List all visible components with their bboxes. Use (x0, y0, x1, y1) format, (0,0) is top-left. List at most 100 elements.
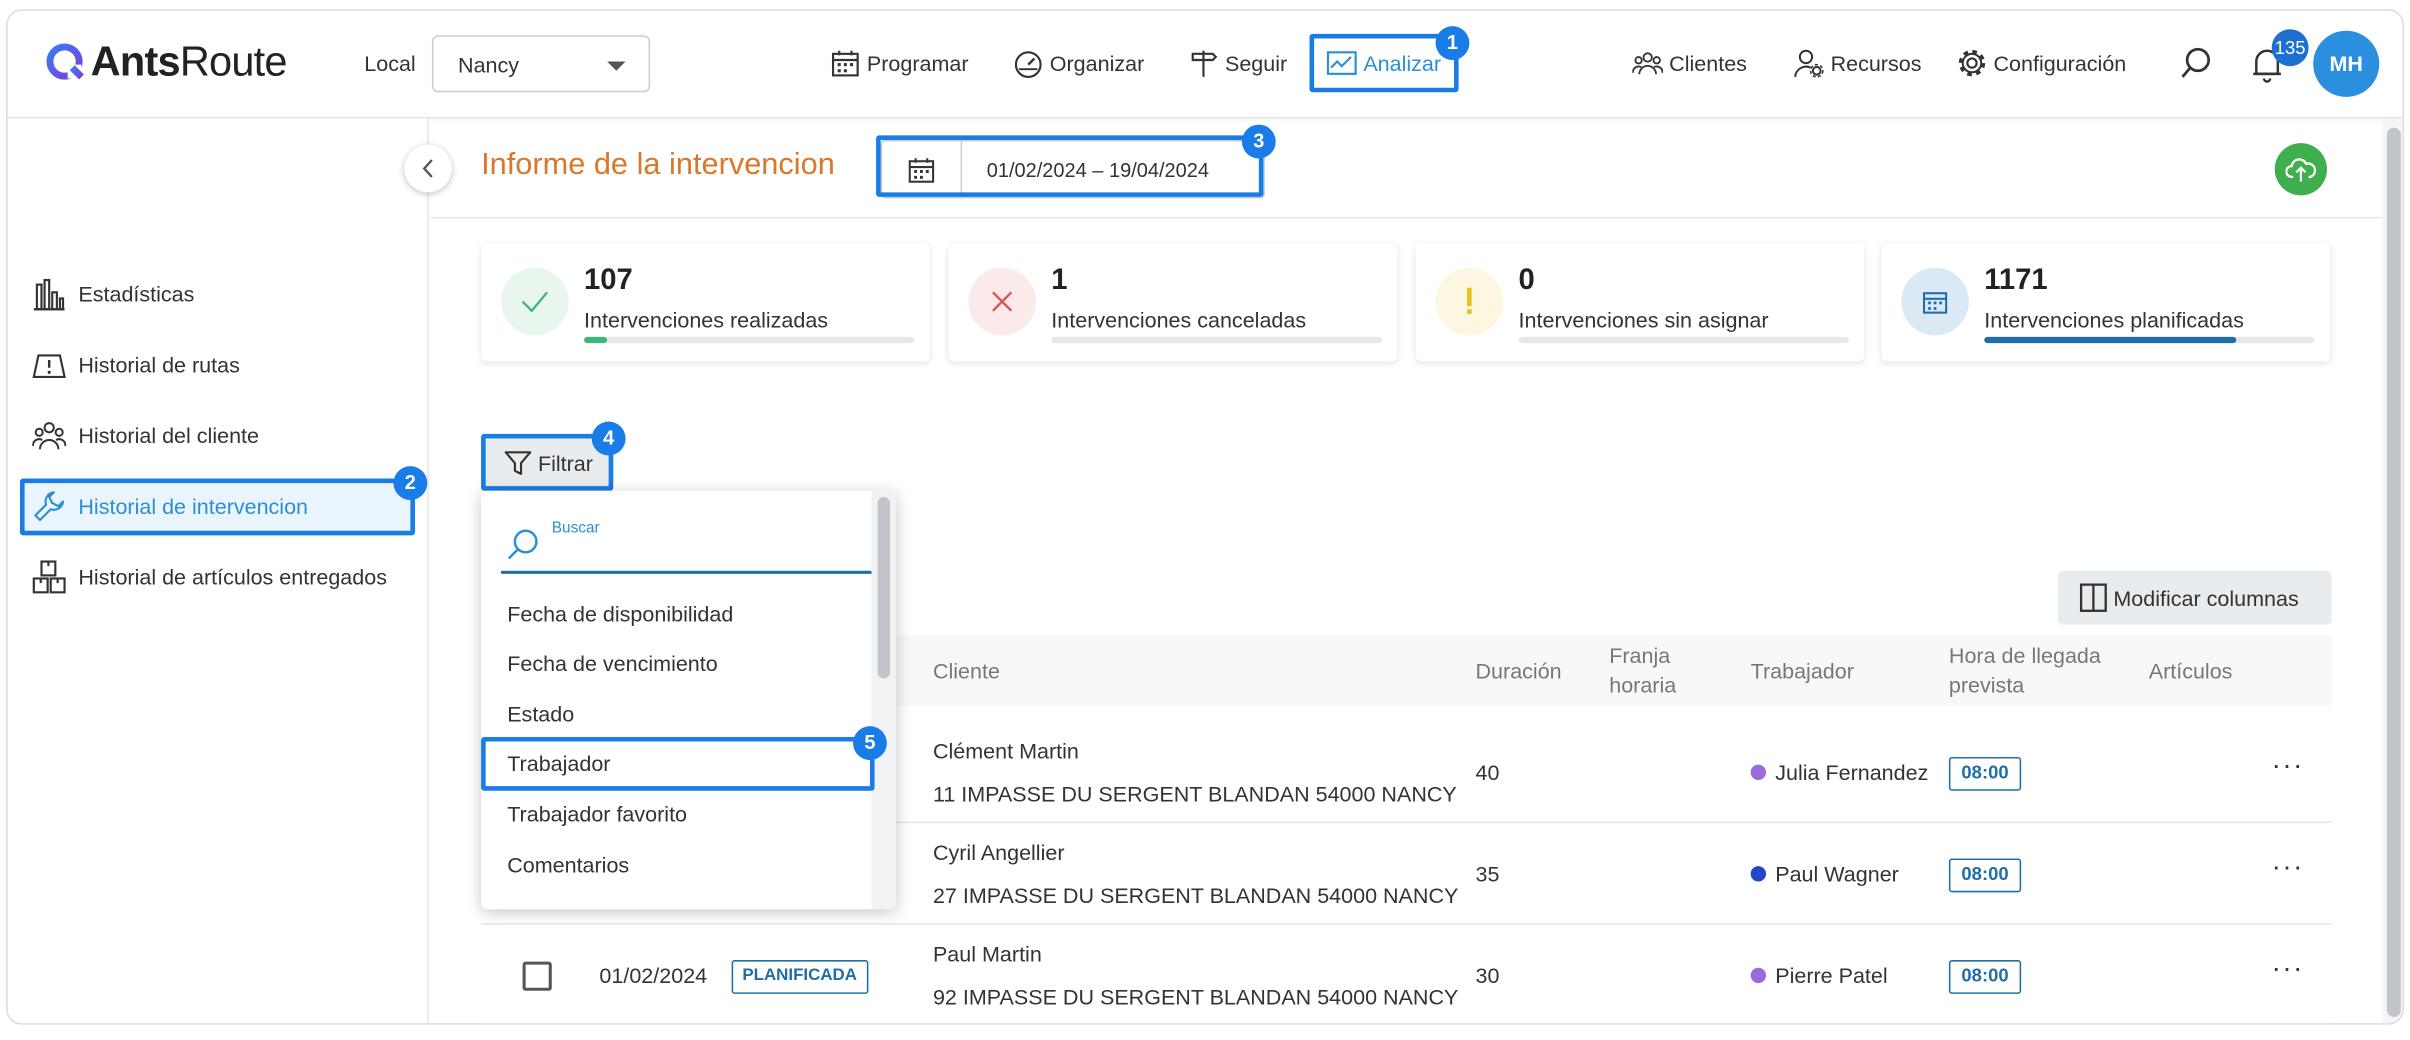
nav-configuracion[interactable]: Configuración (1957, 45, 2126, 82)
row-worker-name: Paul Wagner (1775, 861, 1899, 887)
modify-columns-button[interactable]: Modificar columnas (2058, 570, 2332, 625)
column-header-hora-line1: Hora de llegada (1948, 643, 2101, 668)
row-client-address: 92 IMPASSE DU SERGENT BLANDAN 54000 NANC… (932, 984, 1459, 1010)
row-duration: 35 (1475, 861, 1500, 887)
exclamation-icon (1435, 267, 1504, 336)
gear-icon (1958, 49, 1986, 77)
users-icon (32, 422, 67, 450)
column-header-trabajador[interactable]: Trabajador (1751, 657, 1854, 686)
column-header-hora-llegada[interactable]: Hora de llegada prevista (1949, 642, 2101, 700)
cloud-upload-button[interactable] (2274, 143, 2328, 196)
stat-label: Intervenciones planificadas (1984, 307, 2244, 333)
close-icon (968, 267, 1036, 336)
row-arrival-time: 08:00 (1948, 858, 2022, 893)
filter-search-placeholder[interactable]: Buscar (552, 520, 600, 537)
column-header-franja-line2: horaria (1609, 672, 1677, 697)
column-header-hora-line2: prevista (1948, 672, 2025, 697)
stat-progress-fill (584, 336, 608, 344)
stat-progress-track (1051, 336, 1382, 344)
sidebar-item-historial-articulos[interactable]: Historial de artículos entregados (32, 558, 387, 595)
stat-progress-track (1984, 336, 2315, 344)
row-worker-name: Pierre Patel (1775, 963, 1888, 988)
row-more-options-icon[interactable]: ··· (2272, 851, 2304, 883)
column-header-franja[interactable]: Franja horaria (1609, 642, 1676, 700)
modify-columns-label: Modificar columnas (2113, 586, 2299, 611)
row-more-options-icon[interactable]: ··· (2272, 749, 2304, 781)
user-avatar[interactable]: MH (2313, 30, 2380, 97)
filter-option[interactable]: Comentarios (507, 852, 629, 877)
worker-color-dot (1750, 866, 1767, 883)
row-arrival-time: 08:00 (1948, 960, 2022, 994)
search-icon[interactable] (2178, 45, 2215, 82)
nav-organizar[interactable]: Organizar (1013, 45, 1144, 82)
worker-color-dot (1750, 968, 1767, 984)
cloud-upload-icon (2285, 158, 2317, 182)
sidebar-item-estadisticas[interactable]: Estadísticas (32, 275, 194, 312)
nav-recursos[interactable]: Recursos (1794, 45, 1922, 82)
map-icon (32, 354, 66, 379)
nav-seguir[interactable]: Seguir (1188, 45, 1287, 82)
annotation-badge-4: 4 (591, 421, 626, 456)
status-badge: PLANIFICADA (731, 960, 868, 994)
chevron-down-icon (607, 61, 626, 71)
worker-color-dot (1750, 765, 1767, 781)
app-window: AntsRoute Local Nancy Programar Organiza… (6, 9, 2404, 1025)
sidebar-item-historial-cliente[interactable]: Historial del cliente (32, 417, 259, 454)
filter-option[interactable]: Fecha de vencimiento (507, 651, 718, 676)
sidebar-item-historial-rutas[interactable]: Historial de rutas (32, 346, 240, 383)
local-select[interactable]: Nancy (431, 35, 651, 93)
notification-count-badge: 135 (2271, 29, 2309, 67)
row-checkbox[interactable] (522, 961, 552, 991)
row-arrival-time: 08:00 (1948, 756, 2022, 791)
signpost-icon (1191, 50, 1218, 77)
calendar-icon (1901, 267, 1969, 336)
stat-label: Intervenciones realizadas (584, 307, 829, 333)
stat-progress-track (584, 336, 915, 344)
filter-option[interactable]: Fecha de disponibilidad (507, 602, 733, 627)
row-worker: Pierre Patel (1750, 963, 1888, 988)
stat-label: Intervenciones canceladas (1051, 307, 1307, 333)
filter-option[interactable]: Trabajador favorito (507, 802, 687, 827)
stat-value: 107 (584, 264, 633, 297)
stat-value: 1171 (1984, 264, 2048, 297)
table-row[interactable]: 01/02/2024 PLANIFICADA Paul Martin 92 IM… (481, 927, 2332, 1024)
page-title: Informe de la intervencion (481, 147, 835, 182)
page-scrollbar-thumb[interactable] (2386, 127, 2401, 1017)
page-scrollbar[interactable] (2382, 118, 2403, 1024)
calendar-icon (831, 50, 859, 77)
nav-programar-label: Programar (866, 50, 969, 76)
column-header-articulos[interactable]: Artículos (2149, 657, 2233, 686)
column-header-franja-line1: Franja (1609, 643, 1671, 668)
row-more-options-icon[interactable]: ··· (2272, 952, 2304, 984)
column-header-cliente[interactable]: Cliente (933, 657, 1000, 686)
annotation-badge-3: 3 (1241, 124, 1276, 159)
filter-option[interactable]: Estado (507, 702, 574, 727)
dropdown-scrollbar-thumb[interactable] (877, 496, 890, 679)
search-icon (507, 529, 538, 560)
local-select-value: Nancy (458, 52, 520, 77)
stat-value: 0 (1518, 264, 1535, 297)
row-worker: Julia Fernandez (1750, 760, 1928, 785)
row-client-name: Clément Martin (932, 738, 1079, 764)
stat-progress-fill (1984, 336, 2237, 344)
nav-programar[interactable]: Programar (830, 45, 969, 82)
header-divider (430, 216, 2383, 219)
app-logo-text: AntsRoute (90, 38, 288, 85)
nav-recursos-label: Recursos (1830, 50, 1922, 76)
nav-clientes[interactable]: Clientes (1632, 45, 1747, 82)
dropdown-scrollbar[interactable] (871, 490, 897, 910)
check-icon (501, 267, 569, 336)
sidebar-item-label: Historial del cliente (78, 423, 259, 448)
column-header-duracion[interactable]: Duración (1476, 657, 1562, 686)
boxes-icon (32, 560, 66, 594)
collapse-sidebar-button[interactable] (404, 144, 452, 193)
stat-card-canceladas: 1 Intervenciones canceladas (948, 243, 1398, 362)
annotation-badge-5: 5 (853, 726, 887, 761)
row-client-address: 27 IMPASSE DU SERGENT BLANDAN 54000 NANC… (932, 883, 1459, 908)
highlight-option-trabajador (481, 736, 875, 791)
nav-seguir-label: Seguir (1224, 50, 1288, 76)
row-duration: 30 (1475, 963, 1500, 988)
sidebar-item-label: Historial de artículos entregados (78, 564, 387, 590)
row-date: 01/02/2024 (599, 963, 708, 988)
stat-progress-track (1518, 336, 1850, 344)
